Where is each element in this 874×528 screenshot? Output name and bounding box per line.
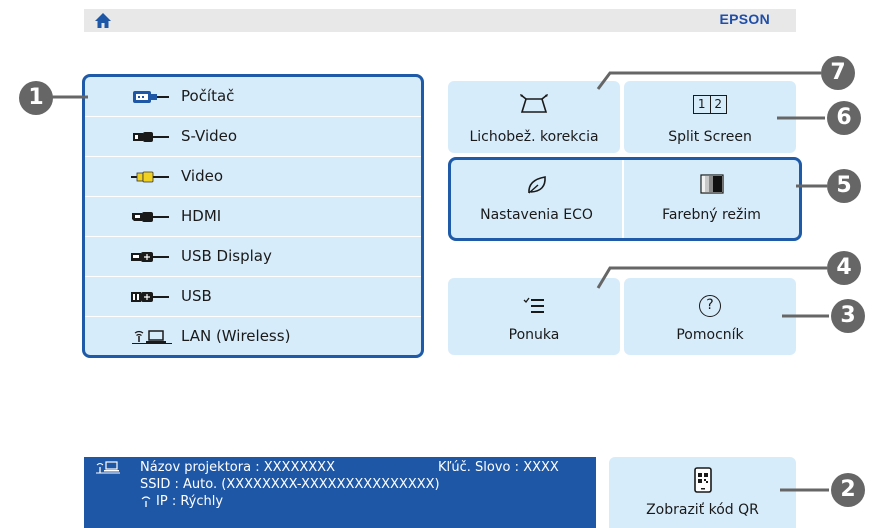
menu-label: Ponuka: [508, 327, 560, 343]
qr-code-icon: [693, 467, 712, 493]
source-label: LAN (Wireless): [181, 327, 291, 345]
source-label: S-Video: [181, 127, 238, 145]
ip-value: Rýchly: [180, 494, 224, 509]
wireless-lan-icon: [96, 461, 120, 474]
callout-7: 7: [821, 56, 855, 90]
video-port-icon: [131, 171, 169, 183]
color-mode-button[interactable]: Farebný režim: [624, 160, 799, 238]
callout-4: 4: [827, 251, 861, 285]
split-screen-label: Split Screen: [668, 129, 752, 145]
source-label: HDMI: [181, 207, 222, 225]
network-info-panel: Názov projektora : XXXXXXXX Kľúč. Slovo …: [84, 457, 596, 528]
source-item-svideo[interactable]: S-Video: [85, 117, 421, 157]
split-screen-left-number: 1: [694, 96, 711, 113]
keystone-icon: [520, 94, 548, 113]
svideo-port-icon: [133, 132, 169, 142]
menu-button[interactable]: Ponuka: [448, 278, 620, 355]
source-item-hdmi[interactable]: HDMI: [85, 197, 421, 237]
keyword-label: Kľúč. Slovo: [438, 460, 511, 475]
source-label: Počítač: [181, 87, 235, 105]
source-item-lan-wireless[interactable]: LAN (Wireless): [85, 317, 421, 357]
eco-settings-button[interactable]: Nastavenia ECO: [451, 160, 622, 238]
help-icon: ?: [699, 295, 721, 317]
ssid-label: SSID: [140, 477, 171, 492]
callout-5: 5: [827, 169, 861, 203]
separator: :: [255, 460, 260, 475]
callout-1: 1: [19, 81, 53, 115]
projector-name-value: XXXXXXXX: [263, 460, 335, 475]
ip-row: IP : Rýchly: [156, 494, 223, 509]
keystone-label: Lichobež. korekcia: [469, 129, 599, 145]
keyword-row: Kľúč. Slovo : XXXX: [438, 460, 559, 475]
source-item-usb[interactable]: USB: [85, 277, 421, 317]
keystone-button[interactable]: Lichobež. korekcia: [448, 81, 620, 153]
source-label: USB: [181, 287, 212, 305]
brand-logo: EPSON: [719, 11, 770, 27]
help-label: Pomocník: [676, 327, 744, 343]
show-qr-code-label: Zobraziť kód QR: [646, 502, 759, 518]
wireless-lan-icon: [132, 330, 172, 344]
split-screen-button[interactable]: 1 2 Split Screen: [624, 81, 796, 153]
split-screen-icon: 1 2: [693, 95, 727, 114]
help-button[interactable]: ? Pomocník: [624, 278, 796, 355]
eco-settings-label: Nastavenia ECO: [480, 207, 593, 223]
show-qr-code-button[interactable]: Zobraziť kód QR: [609, 457, 796, 528]
color-mode-icon: [699, 174, 724, 194]
source-item-computer[interactable]: Počítač: [85, 77, 421, 117]
callout-6: 6: [827, 101, 861, 135]
source-label: USB Display: [181, 247, 272, 265]
callout-3: 3: [831, 299, 865, 333]
leaf-icon: [527, 176, 546, 194]
source-list: Počítač S-Video Video HDMI USB Display U…: [82, 74, 424, 358]
top-bar: EPSON: [84, 9, 796, 32]
keyword-value: XXXX: [523, 460, 559, 475]
split-screen-right-number: 2: [714, 97, 723, 111]
ip-label: IP: [156, 494, 168, 509]
projector-name-row: Názov projektora : XXXXXXXX: [140, 460, 335, 475]
hdmi-port-icon: [132, 212, 169, 222]
usb-display-port-icon: [131, 252, 169, 262]
eco-color-group: Nastavenia ECO Farebný režim: [448, 157, 802, 241]
source-item-video[interactable]: Video: [85, 157, 421, 197]
ssid-value: Auto. (XXXXXXXX-XXXXXXXXXXXXXXX): [183, 477, 440, 492]
callout-2: 2: [831, 473, 865, 507]
color-mode-label: Farebný režim: [662, 207, 761, 223]
menu-list-icon: [523, 297, 544, 313]
source-label: Video: [181, 167, 224, 185]
computer-port-icon: [133, 91, 169, 103]
wireless-icon: [141, 496, 151, 507]
usb-port-icon: [131, 292, 169, 302]
home-icon[interactable]: [94, 12, 112, 29]
ssid-row: SSID : Auto. (XXXXXXXX-XXXXXXXXXXXXXXX): [140, 477, 440, 492]
projector-name-label: Názov projektora: [140, 460, 252, 475]
source-item-usb-display[interactable]: USB Display: [85, 237, 421, 277]
